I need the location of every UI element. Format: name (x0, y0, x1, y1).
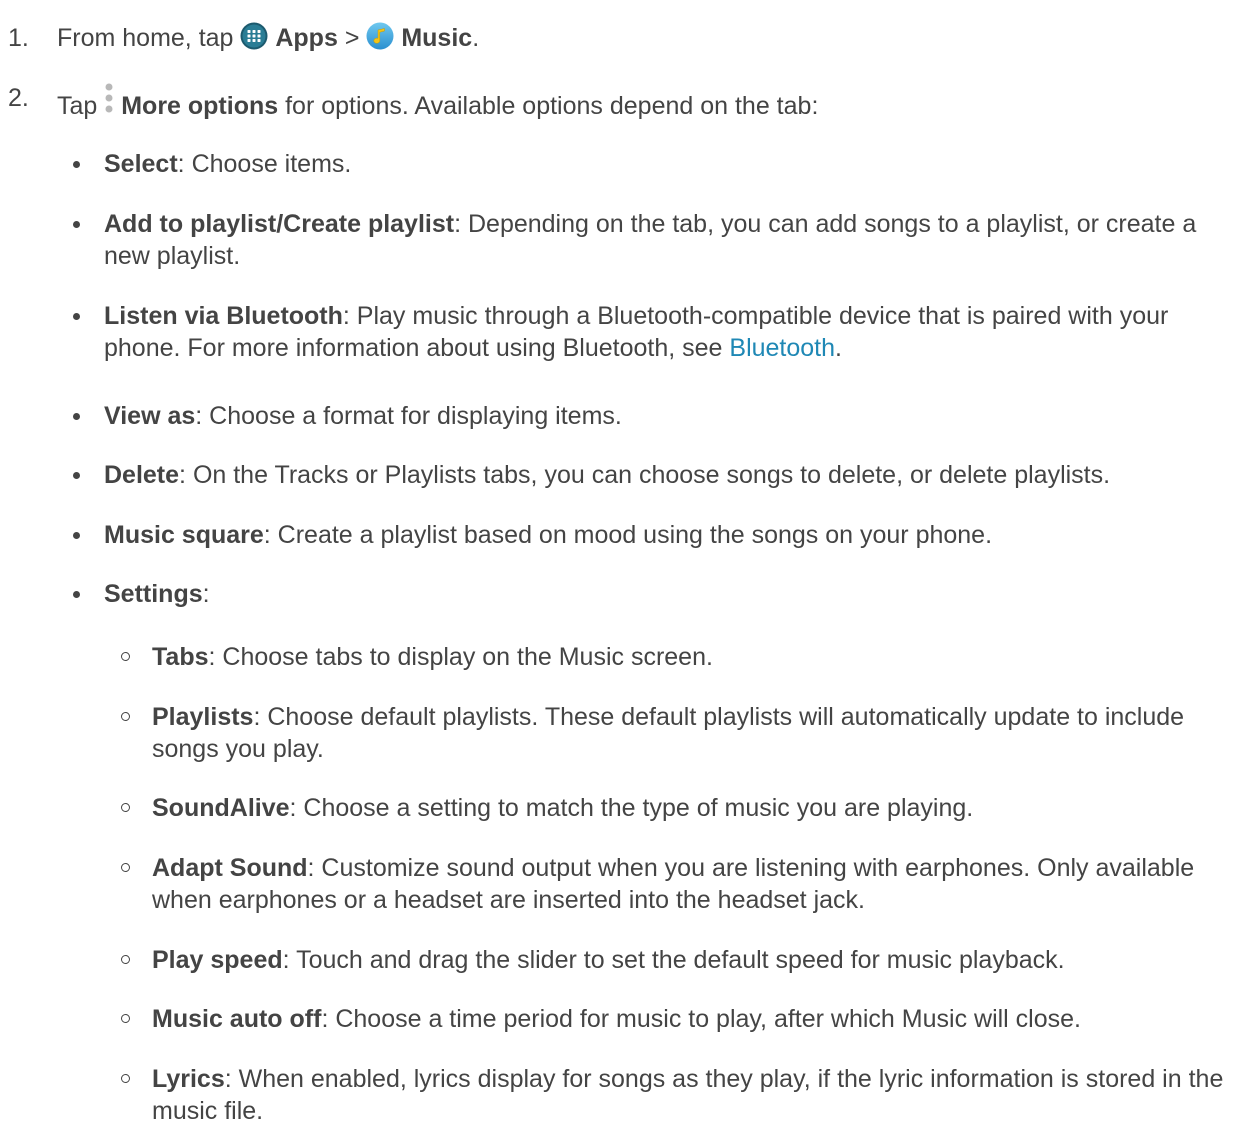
apps-label: Apps (275, 24, 338, 52)
bullet (73, 221, 80, 228)
option-listen-via-bluetooth: Listen via Bluetooth: Play music through… (73, 300, 1244, 364)
setting-play-speed: Play speed: Touch and drag the slider to… (121, 944, 1247, 976)
setting-lyrics: Lyrics: When enabled, lyrics display for… (121, 1063, 1247, 1127)
step-number: 1. (8, 24, 29, 52)
sub-bullet (121, 803, 130, 812)
option-music-square: Music square: Create a playlist based on… (73, 519, 1244, 551)
bullet (73, 413, 80, 420)
option-delete: Delete: On the Tracks or Playlists tabs,… (73, 459, 1244, 491)
step-text: From home, tap Apps > Music. (57, 22, 479, 58)
apps-grid-icon (240, 22, 268, 58)
bullet (73, 161, 80, 168)
bullet (73, 532, 80, 539)
bullet (73, 313, 80, 320)
option-settings: Settings: (73, 578, 1244, 610)
sub-bullet (121, 863, 130, 872)
bullet (73, 472, 80, 479)
sub-bullet (121, 712, 130, 721)
sub-bullet (121, 1014, 130, 1023)
option-view-as: View as: Choose a format for displaying … (73, 400, 1244, 432)
bluetooth-link[interactable]: Bluetooth (729, 334, 835, 362)
bullet (73, 591, 80, 598)
more-options-label: More options (121, 92, 279, 120)
more-options-icon (104, 82, 114, 124)
music-label: Music (401, 24, 473, 52)
option-add-to-playlist: Add to playlist/Create playlist: Dependi… (73, 208, 1244, 272)
setting-tabs: Tabs: Choose tabs to display on the Musi… (121, 641, 1247, 673)
option-select: Select: Choose items. (73, 148, 1244, 180)
setting-playlists: Playlists: Choose default playlists. The… (121, 701, 1247, 765)
setting-adapt-sound: Adapt Sound: Customize sound output when… (121, 852, 1247, 916)
setting-soundalive: SoundAlive: Choose a setting to match th… (121, 792, 1247, 824)
setting-music-auto-off: Music auto off: Choose a time period for… (121, 1003, 1247, 1035)
step-number: 2. (8, 84, 29, 112)
sub-bullet (121, 1074, 130, 1083)
sub-bullet (121, 955, 130, 964)
step-text: Tap More options for options. Available … (57, 82, 818, 124)
sub-bullet (121, 652, 130, 661)
music-note-icon (366, 22, 394, 58)
